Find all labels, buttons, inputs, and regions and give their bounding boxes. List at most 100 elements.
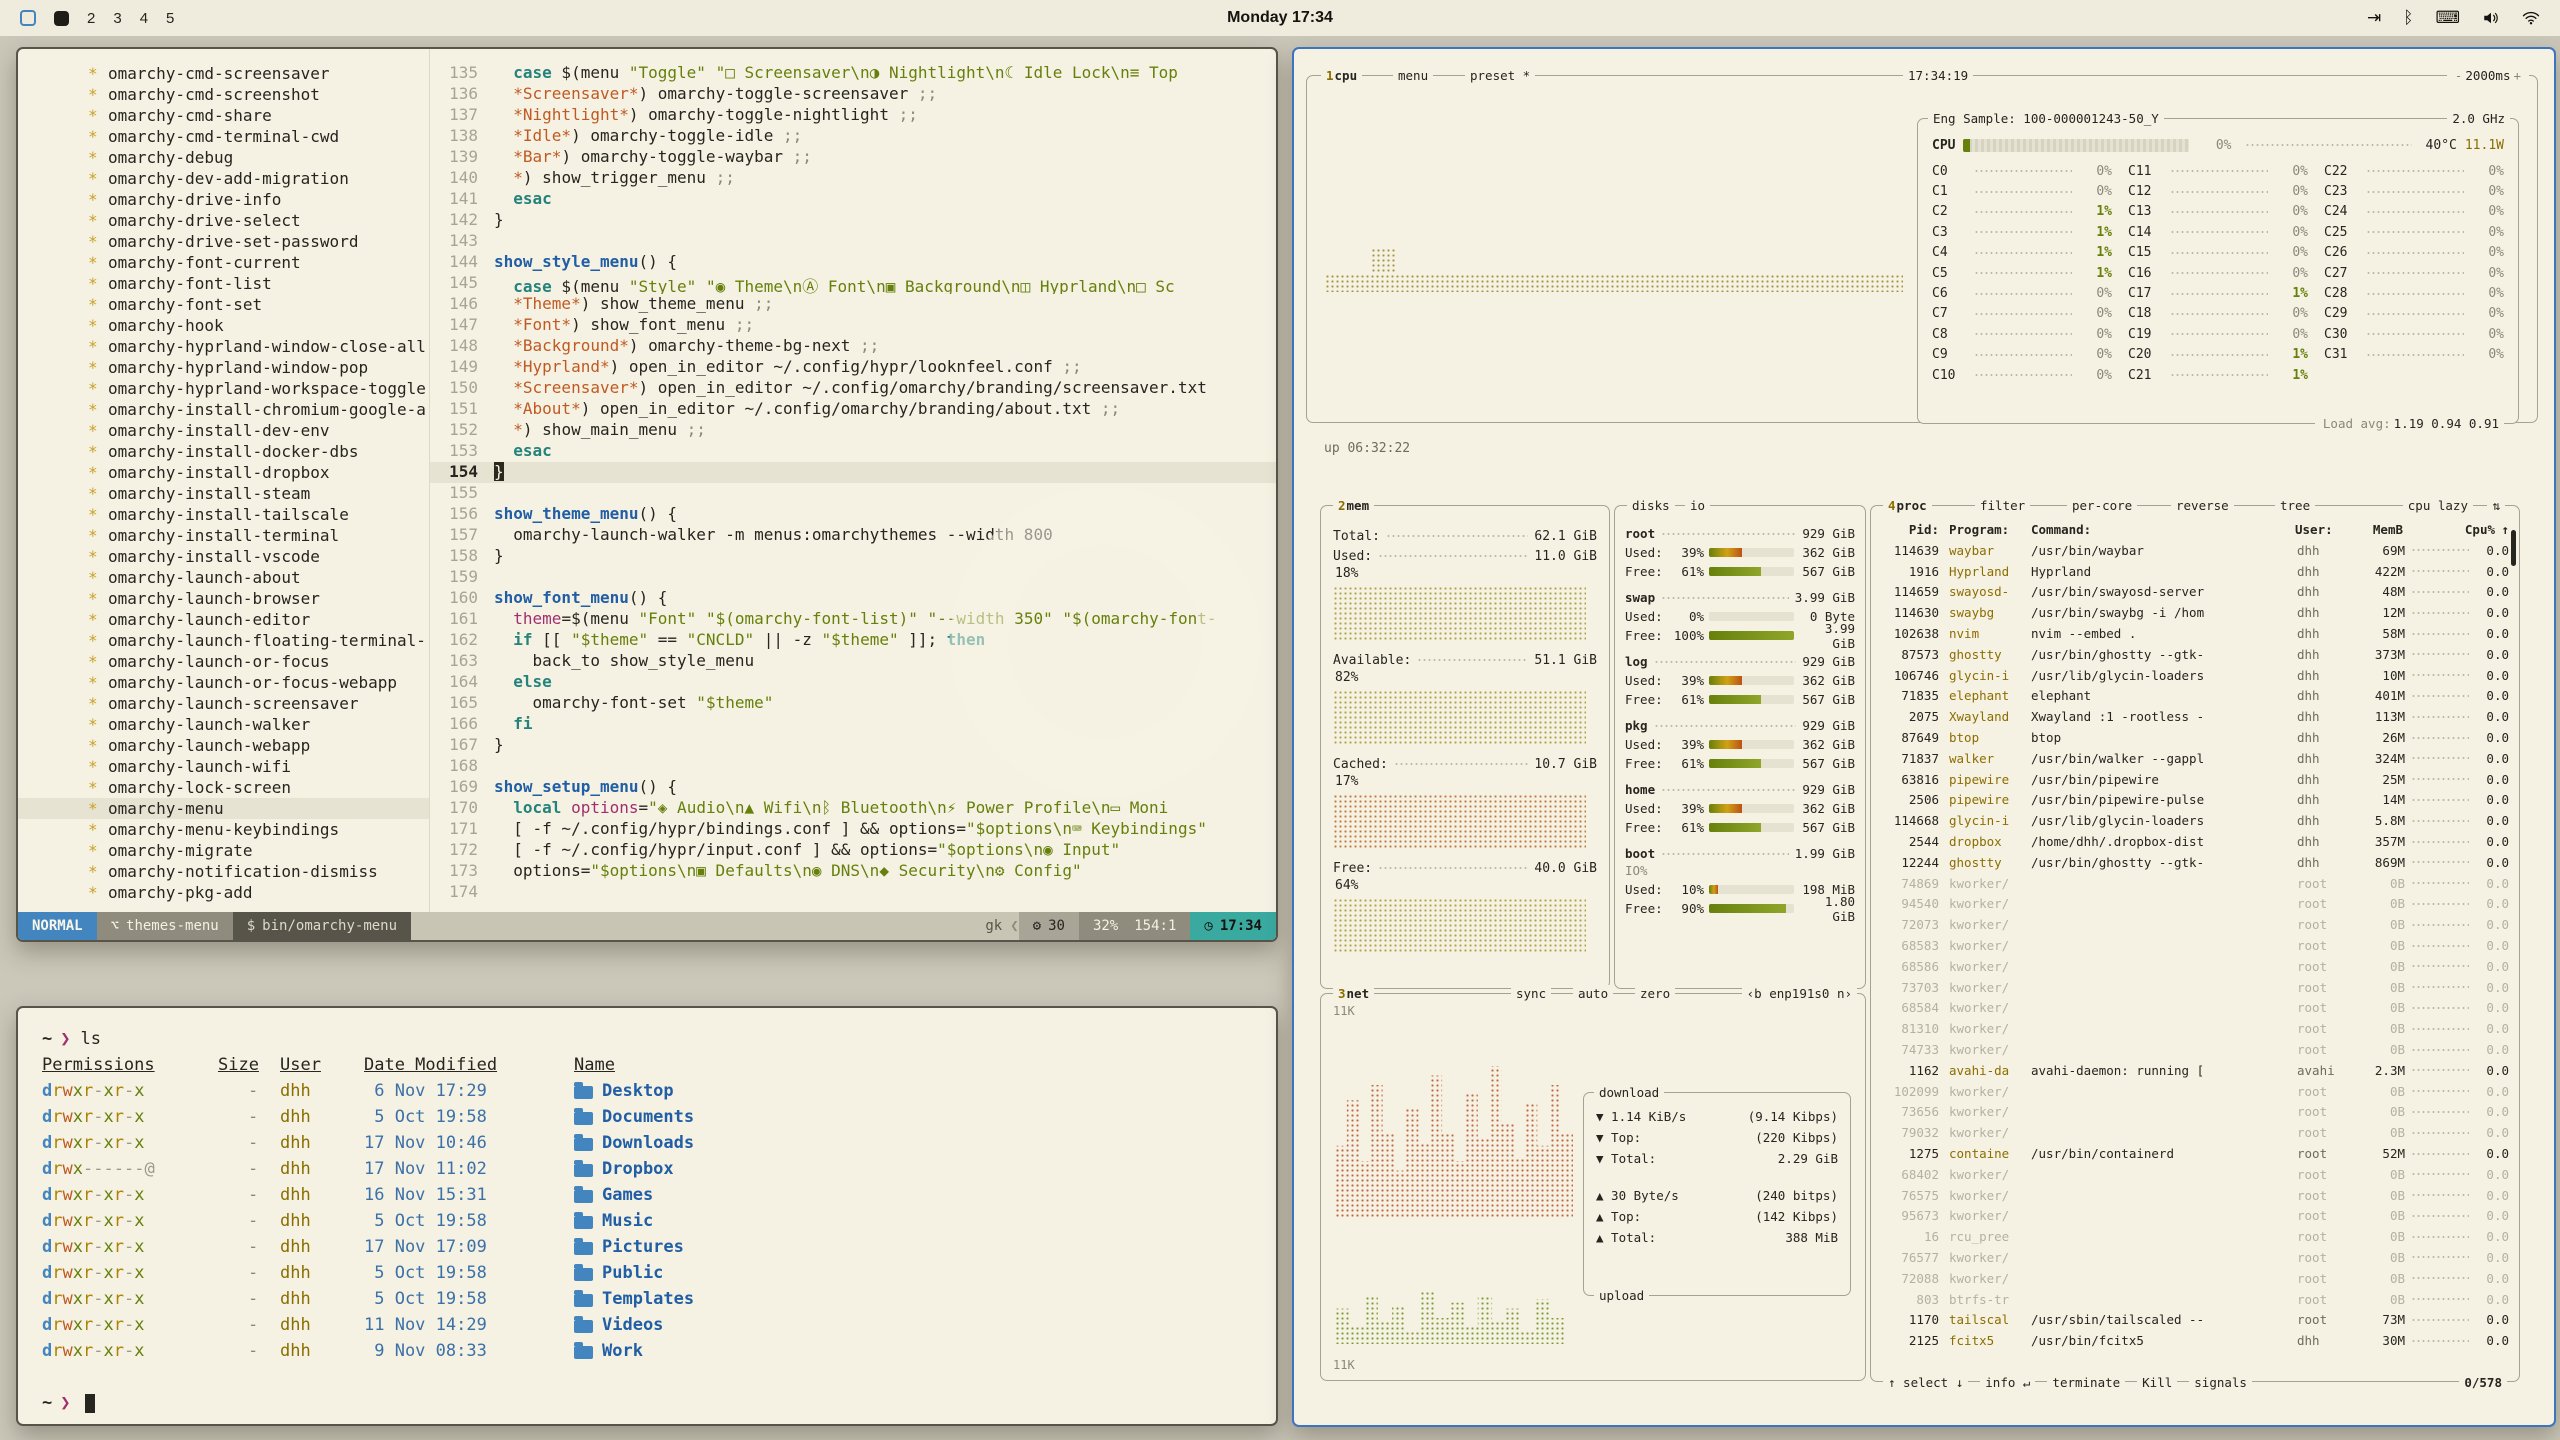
process-row[interactable]: 76575 kworker/ root 0B 0.0 (1881, 1185, 2509, 1206)
file-item[interactable]: * omarchy-menu (18, 798, 429, 819)
file-item[interactable]: * omarchy-hook (18, 315, 429, 336)
launcher-icon[interactable] (20, 10, 36, 26)
sort-direction-icon[interactable]: ↑ (2495, 522, 2509, 537)
file-item[interactable]: * omarchy-launch-walker (18, 714, 429, 735)
process-row[interactable]: 114668 glycin-i /usr/lib/glycin-loaders … (1881, 810, 2509, 831)
mem-box-title[interactable]: 2mem (1333, 497, 1374, 514)
process-row[interactable]: 76577 kworker/ root 0B 0.0 (1881, 1247, 2509, 1268)
proc-box-title[interactable]: 4proc (1883, 497, 1932, 514)
reverse-button[interactable]: reverse (2171, 497, 2234, 514)
process-row[interactable]: 71837 walker /usr/bin/walker --gappl dhh… (1881, 748, 2509, 769)
disks-box-title[interactable]: disks (1627, 497, 1675, 514)
file-item[interactable]: * omarchy-font-current (18, 252, 429, 273)
process-row[interactable]: 87573 ghostty /usr/bin/ghostty --gtk- dh… (1881, 644, 2509, 665)
process-row[interactable]: 68584 kworker/ root 0B 0.0 (1881, 998, 2509, 1019)
file-item[interactable]: * omarchy-launch-screensaver (18, 693, 429, 714)
process-row[interactable]: 81310 kworker/ root 0B 0.0 (1881, 1018, 2509, 1039)
file-item[interactable]: * omarchy-migrate (18, 840, 429, 861)
process-row[interactable]: 1275 containe /usr/bin/containerd root 5… (1881, 1143, 2509, 1164)
process-row[interactable]: 106746 glycin-i /usr/lib/glycin-loaders … (1881, 665, 2509, 686)
file-item[interactable]: * omarchy-cmd-share (18, 105, 429, 126)
process-row[interactable]: 2506 pipewire /usr/bin/pipewire-pulse dh… (1881, 790, 2509, 811)
file-item[interactable]: * omarchy-hyprland-workspace-toggle (18, 378, 429, 399)
workspace-button[interactable]: 2 (87, 10, 95, 27)
file-item[interactable]: * omarchy-launch-or-focus-webapp (18, 672, 429, 693)
net-interface[interactable]: ‹b enp191s0 n› (1742, 985, 1857, 1002)
process-row[interactable]: 114630 swaybg /usr/bin/swaybg -i /hom dh… (1881, 602, 2509, 623)
process-row[interactable]: 73703 kworker/ root 0B 0.0 (1881, 977, 2509, 998)
workspace-button[interactable]: 3 (113, 10, 121, 27)
tree-button[interactable]: tree (2275, 497, 2315, 514)
process-row[interactable]: 74733 kworker/ root 0B 0.0 (1881, 1039, 2509, 1060)
file-item[interactable]: * omarchy-install-terminal (18, 525, 429, 546)
process-row[interactable]: 95673 kworker/ root 0B 0.0 (1881, 1206, 2509, 1227)
process-row[interactable]: 2125 fcitx5 /usr/bin/fcitx5 dhh 30M 0.0 (1881, 1330, 2509, 1351)
process-row[interactable]: 114639 waybar /usr/bin/waybar dhh 69M 0.… (1881, 540, 2509, 561)
file-item[interactable]: * omarchy-launch-wifi (18, 756, 429, 777)
process-row[interactable]: 102638 nvim nvim --embed . dhh 58M 0.0 (1881, 623, 2509, 644)
process-row[interactable]: 72088 kworker/ root 0B 0.0 (1881, 1268, 2509, 1289)
process-scrollbar[interactable] (2511, 530, 2516, 566)
file-item[interactable]: * omarchy-install-dropbox (18, 462, 429, 483)
volume-icon[interactable] (2482, 9, 2500, 27)
file-item[interactable]: * omarchy-pkg-add (18, 882, 429, 903)
tray-icon[interactable]: ⇥ (2367, 8, 2381, 28)
preset-button[interactable]: preset * (1465, 67, 1535, 84)
workspace-active[interactable] (54, 11, 69, 26)
process-row[interactable]: 1916 Hyprland Hyprland dhh 422M 0.0 (1881, 561, 2509, 582)
process-row[interactable]: 73656 kworker/ root 0B 0.0 (1881, 1102, 2509, 1123)
process-row[interactable]: 87649 btop btop dhh 26M 0.0 (1881, 727, 2509, 748)
file-item[interactable]: * omarchy-hyprland-window-pop (18, 357, 429, 378)
select-keys[interactable]: ↑ select ↓ (1883, 1375, 1968, 1390)
file-item[interactable]: * omarchy-launch-or-focus (18, 651, 429, 672)
io-button[interactable]: io (1685, 497, 1710, 514)
process-row[interactable]: 68586 kworker/ root 0B 0.0 (1881, 956, 2509, 977)
wifi-icon[interactable] (2522, 9, 2540, 27)
tray-icon[interactable]: ⌨ (2435, 8, 2460, 28)
file-item[interactable]: * omarchy-cmd-screensaver (18, 63, 429, 84)
workspace-button[interactable]: 4 (140, 10, 148, 27)
process-row[interactable]: 114659 swayosd- /usr/bin/swayosd-server … (1881, 582, 2509, 603)
process-row[interactable]: 1170 tailscal /usr/sbin/tailscaled -- ro… (1881, 1309, 2509, 1330)
signals-button[interactable]: signals (2189, 1375, 2252, 1390)
process-row[interactable]: 12244 ghostty /usr/bin/ghostty --gtk- dh… (1881, 852, 2509, 873)
net-auto-button[interactable]: auto (1573, 985, 1613, 1002)
process-row[interactable]: 803 btrfs-tr root 0B 0.0 (1881, 1289, 2509, 1310)
filter-button[interactable]: filter (1975, 497, 2030, 514)
file-item[interactable]: * omarchy-install-docker-dbs (18, 441, 429, 462)
tray-icon[interactable]: ᛒ (2403, 8, 2413, 28)
file-item[interactable]: * omarchy-drive-select (18, 210, 429, 231)
terminal-window[interactable]: ~ ❯ ls Permissions Size User Date Modifi… (16, 1006, 1278, 1426)
process-row[interactable]: 102099 kworker/ root 0B 0.0 (1881, 1081, 2509, 1102)
file-item[interactable]: * omarchy-install-tailscale (18, 504, 429, 525)
file-item[interactable]: * omarchy-cmd-screenshot (18, 84, 429, 105)
file-item[interactable]: * omarchy-font-list (18, 273, 429, 294)
file-item[interactable]: * omarchy-drive-set-password (18, 231, 429, 252)
code-editor[interactable]: 135 case $(menu "Toggle" "□ Screensaver\… (430, 49, 1276, 912)
file-item[interactable]: * omarchy-install-dev-env (18, 420, 429, 441)
file-item[interactable]: * omarchy-launch-floating-terminal- (18, 630, 429, 651)
workspace-button[interactable]: 5 (166, 10, 174, 27)
info-button[interactable]: info ↵ (1980, 1375, 2035, 1390)
file-item[interactable]: * omarchy-install-steam (18, 483, 429, 504)
net-sync-button[interactable]: sync (1511, 985, 1551, 1002)
file-item[interactable]: * omarchy-debug (18, 147, 429, 168)
process-row[interactable]: 74869 kworker/ root 0B 0.0 (1881, 873, 2509, 894)
file-item[interactable]: * omarchy-drive-info (18, 189, 429, 210)
process-row[interactable]: 2075 Xwayland Xwayland :1 -rootless - dh… (1881, 706, 2509, 727)
update-interval[interactable]: -2000ms+ (2447, 67, 2529, 84)
file-item[interactable]: * omarchy-install-vscode (18, 546, 429, 567)
file-item[interactable]: * omarchy-cmd-terminal-cwd (18, 126, 429, 147)
process-row[interactable]: 94540 kworker/ root 0B 0.0 (1881, 894, 2509, 915)
file-item[interactable]: * omarchy-launch-about (18, 567, 429, 588)
interval-minus[interactable]: - (2455, 68, 2463, 83)
sort-arrows[interactable]: ⇅ (2487, 497, 2505, 514)
process-row[interactable]: 79032 kworker/ root 0B 0.0 (1881, 1122, 2509, 1143)
cpu-box-title[interactable]: 1cpu (1321, 67, 1362, 84)
file-item[interactable]: * omarchy-hyprland-window-close-all (18, 336, 429, 357)
file-item[interactable]: * omarchy-menu-keybindings (18, 819, 429, 840)
process-row[interactable]: 71835 elephant elephant dhh 401M 0.0 (1881, 686, 2509, 707)
file-item[interactable]: * omarchy-launch-editor (18, 609, 429, 630)
process-row[interactable]: 2544 dropbox /home/dhh/.dropbox-dist dhh… (1881, 831, 2509, 852)
net-box-title[interactable]: 3net (1333, 985, 1374, 1002)
